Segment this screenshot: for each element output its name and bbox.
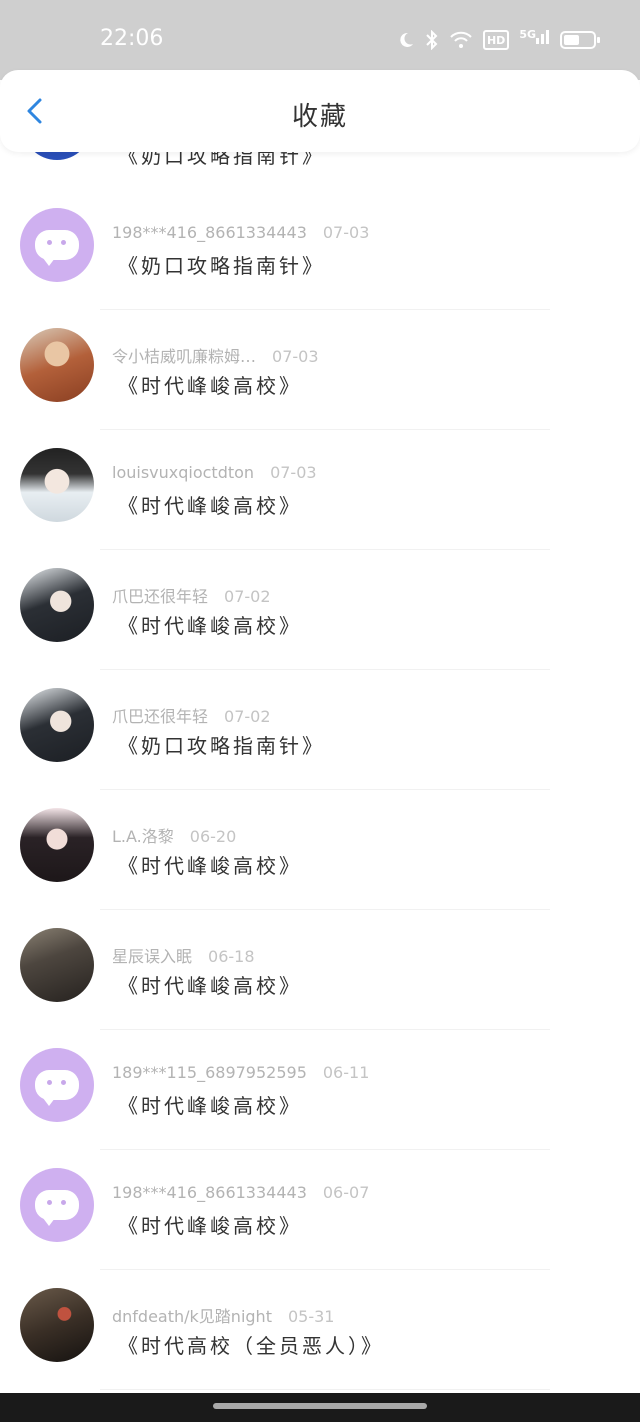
item-meta: dnfdeath/k见踏night 05-31 [112, 1303, 334, 1327]
work-title[interactable]: 《时代峰峻高校》 [118, 1210, 302, 1239]
battery-icon [560, 31, 600, 49]
favorites-list: 198***416_8661334443 07-03 《奶口攻略指南针》 令小桔威叽廉… [0, 190, 640, 1390]
list-item[interactable]: 198***416_8661334443 06-07 《时代峰峻高校》 [0, 1150, 640, 1270]
chat-bot-icon [35, 230, 79, 266]
chat-bot-icon [35, 1070, 79, 1106]
date: 07-03 [272, 347, 319, 366]
username[interactable]: 爪巴还很年轻 [112, 587, 208, 606]
status-bar: 22:06 HD 5G [0, 0, 640, 80]
item-meta: 爪巴还很年轻 07-02 [112, 583, 271, 607]
username[interactable]: dnfdeath/k见踏night [112, 1307, 272, 1326]
date: 06-18 [208, 947, 255, 966]
list-item[interactable]: louisvuxqioctdton 07-03 《时代峰峻高校》 [0, 430, 640, 550]
item-meta: louisvuxqioctdton 07-03 [112, 463, 317, 482]
work-title[interactable]: 《时代峰峻高校》 [118, 1090, 302, 1119]
bot-eye [61, 1080, 66, 1085]
list-item[interactable]: L.A.洛黎 06-20 《时代峰峻高校》 [0, 790, 640, 910]
bot-eye [47, 240, 52, 245]
work-title[interactable]: 《时代峰峻高校》 [118, 370, 302, 399]
date: 07-03 [322, 223, 370, 242]
item-meta: 198***416_8661334443 06-07 [112, 1183, 369, 1202]
username[interactable]: 198***416_8661334443 [112, 223, 307, 242]
work-title[interactable]: 《时代峰峻高校》 [118, 610, 302, 639]
status-icons: HD 5G [397, 28, 600, 52]
chat-bot-icon [35, 1190, 79, 1226]
page-title: 收藏 [291, 102, 348, 132]
avatar[interactable] [20, 928, 94, 1002]
hd-icon: HD [482, 30, 510, 50]
moon-icon [397, 28, 415, 52]
avatar[interactable] [20, 328, 94, 402]
avatar[interactable] [20, 1288, 94, 1362]
bot-eye [61, 240, 66, 245]
work-title[interactable]: 《时代高校（全员恶人）》 [118, 1330, 384, 1359]
username[interactable]: 198***416_8661334443 [112, 1183, 307, 1202]
status-time: 22:06 [100, 26, 164, 51]
header-bar: 收藏 [0, 70, 640, 152]
list-item[interactable]: dnfdeath/k见踏night 05-31 《时代高校（全员恶人）》 [0, 1270, 640, 1390]
bluetooth-icon [425, 28, 439, 52]
username[interactable]: louisvuxqioctdton [112, 463, 254, 482]
work-title[interactable]: 《奶口攻略指南针》 [118, 730, 325, 759]
username[interactable]: 189***115_6897952595 [112, 1063, 307, 1082]
item-meta: 令小桔威叽廉粽姆… 07-03 [112, 343, 319, 367]
date: 06-07 [322, 1183, 370, 1202]
date: 06-20 [189, 827, 237, 846]
avatar[interactable] [20, 688, 94, 762]
username[interactable]: L.A.洛黎 [112, 827, 174, 846]
list-item[interactable]: 爪巴还很年轻 07-02 《时代峰峻高校》 [0, 550, 640, 670]
5g-signal-icon: 5G [519, 28, 550, 52]
list-item[interactable]: 198***416_8661334443 07-03 《奶口攻略指南针》 [0, 190, 640, 310]
list-item[interactable]: 星辰误入眠 06-18 《时代峰峻高校》 [0, 910, 640, 1030]
username[interactable]: 星辰误入眠 [112, 947, 192, 966]
item-meta: 189***115_6897952595 06-11 [112, 1063, 369, 1082]
item-meta: 爪巴还很年轻 07-02 [112, 703, 271, 727]
date: 07-03 [270, 463, 317, 482]
home-indicator[interactable] [213, 1403, 427, 1409]
bot-eye [61, 1200, 66, 1205]
item-meta: 星辰误入眠 06-18 [112, 943, 255, 967]
work-title[interactable]: 《时代峰峻高校》 [118, 970, 302, 999]
work-title[interactable]: 《奶口攻略指南针》 [118, 250, 325, 279]
avatar[interactable] [20, 1168, 94, 1242]
battery-level [564, 35, 580, 45]
date: 07-02 [224, 587, 271, 606]
date: 06-11 [322, 1063, 370, 1082]
divider [100, 1389, 550, 1390]
bot-eye [47, 1200, 52, 1205]
list-item[interactable]: 令小桔威叽廉粽姆… 07-03 《时代峰峻高校》 [0, 310, 640, 430]
avatar[interactable] [20, 1048, 94, 1122]
bot-eye [47, 1080, 52, 1085]
date: 07-02 [224, 707, 271, 726]
item-meta: 198***416_8661334443 07-03 [112, 223, 369, 242]
system-nav-bar [0, 1393, 640, 1422]
wifi-icon [449, 28, 473, 52]
work-title[interactable]: 《时代峰峻高校》 [118, 490, 302, 519]
avatar[interactable] [20, 208, 94, 282]
avatar[interactable] [20, 568, 94, 642]
network-label: 5G [519, 28, 536, 41]
username[interactable]: 令小桔威叽廉粽姆… [112, 347, 256, 366]
list-item[interactable]: 爪巴还很年轻 07-02 《奶口攻略指南针》 [0, 670, 640, 790]
date: 05-31 [287, 1307, 335, 1326]
item-meta: L.A.洛黎 06-20 [112, 823, 236, 847]
username[interactable]: 爪巴还很年轻 [112, 707, 208, 726]
work-title[interactable]: 《时代峰峻高校》 [118, 850, 302, 879]
list-item[interactable]: 189***115_6897952595 06-11 《时代峰峻高校》 [0, 1030, 640, 1150]
avatar[interactable] [20, 808, 94, 882]
avatar[interactable] [20, 448, 94, 522]
